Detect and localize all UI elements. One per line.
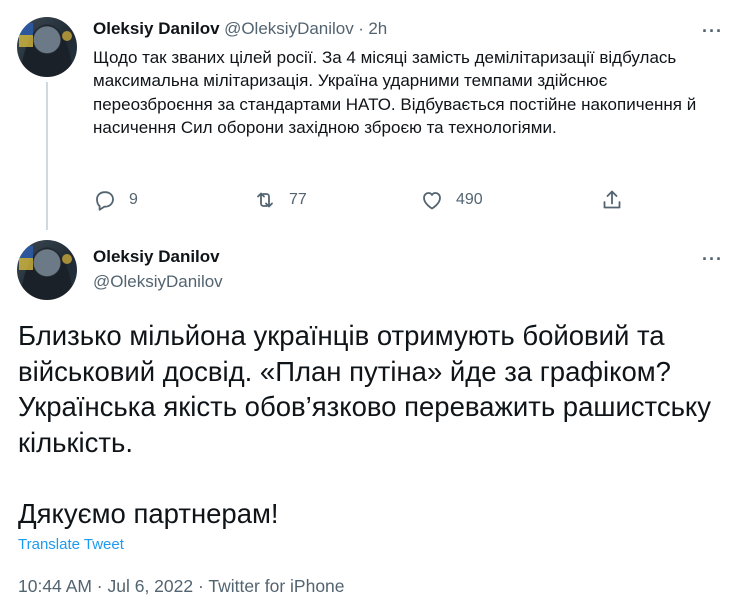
more-icon[interactable]: ··· xyxy=(702,250,723,268)
retweet-button[interactable]: 77 xyxy=(253,188,307,212)
emblem-decoration xyxy=(62,254,72,264)
more-icon[interactable]: ··· xyxy=(702,22,723,40)
emblem-decoration xyxy=(62,31,72,41)
tweet-paragraph: Близько мільйона українців отримують бой… xyxy=(18,320,712,458)
tweet-actions: 9 77 490 xyxy=(93,188,633,212)
share-button[interactable] xyxy=(600,188,624,212)
avatar[interactable] xyxy=(17,17,77,77)
reply-count: 9 xyxy=(129,191,138,208)
author-name[interactable]: Oleksiy Danilov xyxy=(93,247,220,267)
avatar[interactable] xyxy=(17,240,77,300)
reply-button[interactable]: 9 xyxy=(93,188,138,212)
translate-tweet-link[interactable]: Translate Tweet xyxy=(18,536,124,553)
retweet-count: 77 xyxy=(289,191,307,208)
tweet-text: Щодо так званих цілей росії. За 4 місяці… xyxy=(93,48,697,137)
flag-decoration xyxy=(19,23,33,47)
tweet-time[interactable]: 2h xyxy=(368,19,387,38)
thread-line xyxy=(46,82,48,230)
tweet-paragraph: Дякуємо партнерам! xyxy=(18,497,279,529)
flag-decoration xyxy=(19,246,33,270)
tweet-header: Oleksiy Danilov @OleksiyDanilov · 2h xyxy=(93,19,387,39)
author-handle[interactable]: @OleksiyDanilov xyxy=(224,19,354,38)
reply-icon xyxy=(96,191,114,211)
retweet-icon xyxy=(257,192,273,208)
tweet-text: Близько мільйона українців отримують бой… xyxy=(18,318,728,531)
time-separator: · xyxy=(358,19,364,38)
author-handle[interactable]: @OleksiyDanilov xyxy=(93,272,223,292)
tweet-timestamp[interactable]: 10:44 AM · Jul 6, 2022 · Twitter for iPh… xyxy=(18,576,345,597)
like-button[interactable]: 490 xyxy=(420,188,483,212)
share-icon xyxy=(603,190,621,209)
like-icon xyxy=(423,192,441,210)
author-name[interactable]: Oleksiy Danilov xyxy=(93,19,220,38)
like-count: 490 xyxy=(456,191,483,208)
